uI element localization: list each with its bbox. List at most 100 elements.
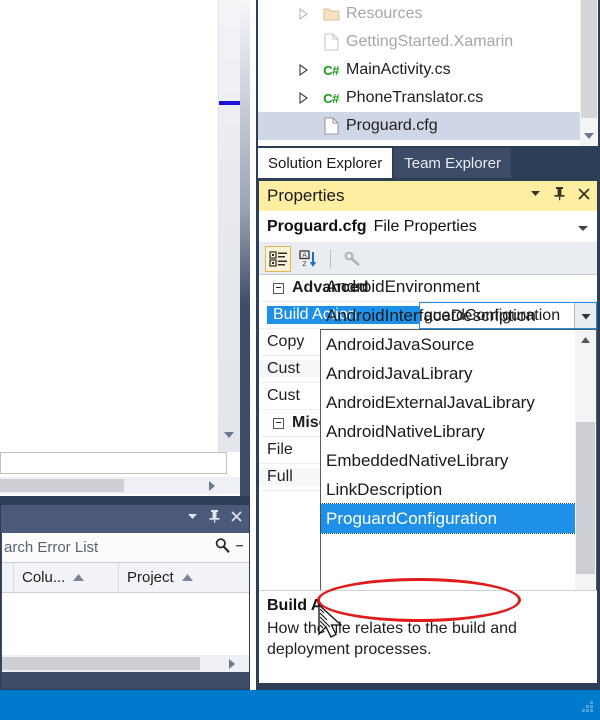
error-list-column-project[interactable]: Project <box>119 563 249 592</box>
solution-explorer-tree[interactable]: Resources GettingStarted.Xamarin C# MainAct… <box>258 0 598 146</box>
properties-grid[interactable]: –AdvancedBuild ActionguardConfigurationC… <box>259 275 597 590</box>
dropdown-scroll-thumb[interactable] <box>576 422 595 574</box>
scroll-up-icon[interactable] <box>577 332 594 349</box>
error-list-panel: arch Error List Colu... Project <box>0 504 250 690</box>
app-window: arch Error List Colu... Project Resource… <box>0 0 600 720</box>
pin-icon[interactable] <box>553 186 566 201</box>
dropdown-option-label: AndroidEnvironment <box>326 276 481 296</box>
description-title: Build A <box>267 597 323 614</box>
properties-object-selector[interactable]: Proguard.cfg File Properties <box>259 211 597 243</box>
error-list-scroll-right-icon[interactable] <box>225 657 239 671</box>
error-list-title-buttons <box>186 509 243 523</box>
tree-item-label: GettingStarted.Xamarin <box>346 33 514 50</box>
editor-horizontal-scroll-thumb[interactable] <box>0 479 124 492</box>
column-header-label: Colu... <box>22 569 66 586</box>
tree-item-proguard-cfg[interactable]: Proguard.cfg <box>258 112 580 140</box>
dropdown-option-label: AndroidInterfaceDescription <box>326 305 536 325</box>
status-bar <box>0 690 600 720</box>
expander-icon[interactable] <box>298 64 310 76</box>
tab-team-explorer[interactable]: Team Explorer <box>394 148 511 178</box>
expander-icon[interactable] <box>298 8 310 20</box>
editor-scroll-right-icon[interactable] <box>205 479 219 493</box>
search-box-icons <box>214 537 244 554</box>
property-pages-icon[interactable] <box>340 246 366 272</box>
pane-splitter-horizontal[interactable] <box>0 496 250 504</box>
editor-pane-edge <box>240 0 250 496</box>
dropdown-option-androidjavalibrary[interactable]: AndroidJavaLibrary <box>321 359 576 388</box>
folder-icon <box>320 7 342 22</box>
search-icon[interactable] <box>214 537 231 554</box>
error-list-column-headers: Colu... Project <box>2 563 249 593</box>
dropdown-option-label: LinkDescription <box>326 479 443 499</box>
properties-window: Properties Proguard.cfg File Properties … <box>258 180 598 684</box>
alphabetical-sort-icon[interactable]: A Z <box>295 246 321 272</box>
close-icon[interactable] <box>577 187 591 201</box>
property-label: Full <box>267 468 293 485</box>
categorized-view-icon[interactable] <box>265 245 291 272</box>
tree-item-label: Proguard.cfg <box>346 117 438 134</box>
csharp-icon: C# <box>323 90 339 106</box>
chevron-down-icon[interactable] <box>186 510 199 523</box>
properties-object-name: Proguard.cfg <box>267 217 367 235</box>
collapse-toggle-icon[interactable]: – <box>273 282 284 294</box>
tab-solution-explorer[interactable]: Solution Explorer <box>258 148 393 178</box>
code-editor-pane <box>0 0 250 496</box>
chevron-down-icon[interactable] <box>577 222 589 234</box>
toolbar-separator <box>330 249 331 268</box>
error-list-scroll-thumb[interactable] <box>2 657 200 670</box>
tree-item-label: Resources <box>346 5 423 22</box>
chevron-down-icon[interactable] <box>574 303 596 328</box>
sort-asc-icon <box>72 573 85 582</box>
tree-item-mainactivity-cs[interactable]: C# MainActivity.cs <box>258 56 580 84</box>
pin-icon[interactable] <box>208 509 221 523</box>
dropdown-option-androidnativelibrary[interactable]: AndroidNativeLibrary <box>321 417 576 446</box>
editor-change-marker <box>219 101 240 105</box>
description-body: How the file relates to the build and de… <box>267 620 517 658</box>
chevron-down-icon[interactable] <box>529 187 542 200</box>
dropdown-option-linkdescription[interactable]: LinkDescription <box>321 475 576 504</box>
tree-item-label: PhoneTranslator.cs <box>346 89 484 106</box>
properties-title-buttons <box>529 186 591 201</box>
build-action-dropdown-list[interactable]: XamlAppDefAndroidAssetAndroidEnvironment… <box>320 277 597 590</box>
dropdown-option-embeddednativelibrary[interactable]: EmbeddedNativeLibrary <box>321 446 576 475</box>
properties-toolbar: A Z <box>259 243 597 275</box>
error-list-title-bar[interactable] <box>1 505 249 533</box>
dropdown-option-androidenvironment[interactable]: AndroidEnvironment <box>321 275 576 301</box>
close-icon[interactable] <box>230 510 243 523</box>
dropdown-option-androidjavasource[interactable]: AndroidJavaSource <box>321 330 576 359</box>
dock-tab-strip: Solution Explorer Team Explorer <box>258 146 598 178</box>
scroll-down-icon[interactable] <box>581 128 597 144</box>
resize-grip-icon[interactable] <box>578 701 595 716</box>
properties-title-bar[interactable]: Properties <box>259 181 597 211</box>
properties-description-pane: Build A How the file relates to the buil… <box>259 590 597 683</box>
editor-scroll-margin[interactable] <box>218 0 240 452</box>
properties-object-type: File Properties <box>373 217 477 235</box>
svg-text:A: A <box>302 252 307 259</box>
error-list-rows[interactable] <box>2 593 249 655</box>
dropdown-vertical-scrollbar[interactable] <box>575 330 596 590</box>
chevron-down-icon[interactable] <box>235 541 244 550</box>
editor-text-surface[interactable] <box>0 0 218 452</box>
tree-item-phonetranslator-cs[interactable]: C# PhoneTranslator.cs <box>258 84 580 112</box>
dropdown-option-androidinterfacedescription[interactable]: AndroidInterfaceDescription <box>321 301 576 330</box>
property-label: Cust <box>267 360 300 377</box>
solution-explorer-vertical-scrollbar[interactable] <box>580 0 598 146</box>
dropdown-option-androidexternaljavalibrary[interactable]: AndroidExternalJavaLibrary <box>321 388 576 417</box>
dropdown-option-label: AndroidJavaSource <box>326 334 475 354</box>
error-list-search-box[interactable]: arch Error List <box>2 533 249 563</box>
page-title: Properties <box>267 186 345 205</box>
error-list-column-column[interactable]: Colu... <box>14 563 119 592</box>
collapse-toggle-icon[interactable]: – <box>273 417 284 429</box>
tree-item-resources[interactable]: Resources <box>258 0 580 28</box>
tree-item-gettingstarted-xamarin[interactable]: GettingStarted.Xamarin <box>258 28 580 56</box>
dropdown-option-proguardconfiguration[interactable]: ProguardConfiguration <box>320 503 577 534</box>
sort-asc-icon <box>181 573 194 582</box>
editor-scroll-down-icon[interactable] <box>221 427 237 443</box>
right-dock-area: Resources GettingStarted.Xamarin C# MainAct… <box>256 0 600 690</box>
tab-label: Team Explorer <box>404 154 501 172</box>
solution-explorer-scroll-thumb[interactable] <box>581 0 597 118</box>
editor-inline-box <box>0 452 227 474</box>
search-input[interactable]: arch Error List <box>4 539 98 556</box>
expander-icon[interactable] <box>298 92 310 104</box>
property-label: Copy <box>267 333 305 350</box>
